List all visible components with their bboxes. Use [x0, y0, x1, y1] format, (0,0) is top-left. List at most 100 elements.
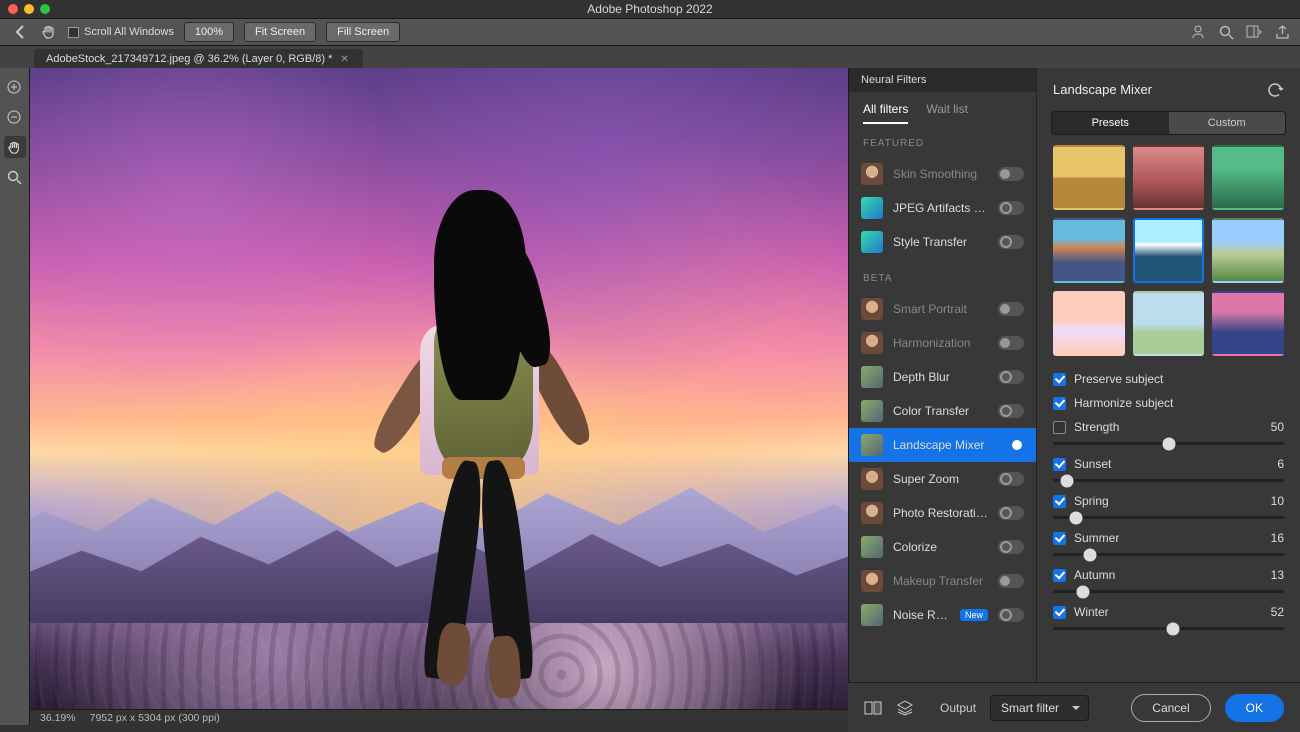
hand-tool-side-icon[interactable]: [4, 136, 26, 158]
zoom-readout[interactable]: 36.19%: [40, 712, 76, 724]
ok-button[interactable]: OK: [1225, 694, 1284, 722]
tab-all-filters[interactable]: All filters: [863, 102, 908, 124]
slider-value: 13: [1271, 568, 1284, 582]
filter-name: Colorize: [893, 540, 988, 554]
slider-checkbox[interactable]: [1053, 421, 1066, 434]
preset-thumb-5[interactable]: [1133, 218, 1205, 283]
filter-row-landscape-mixer[interactable]: Landscape Mixer: [849, 428, 1036, 462]
slider-track[interactable]: [1053, 553, 1284, 556]
doc-dimensions: 7952 px x 5304 px (300 ppi): [90, 712, 220, 724]
filter-toggle[interactable]: [998, 506, 1024, 520]
slider-track[interactable]: [1053, 627, 1284, 630]
filter-row-jpeg-artifacts-rem-[interactable]: JPEG Artifacts Rem...: [849, 191, 1036, 225]
workspace-switcher-icon[interactable]: [1246, 24, 1262, 40]
filter-row-color-transfer[interactable]: Color Transfer: [849, 394, 1036, 428]
zoom-out-icon[interactable]: [4, 106, 26, 128]
zoom-in-icon[interactable]: [4, 76, 26, 98]
slider-checkbox[interactable]: [1053, 495, 1066, 508]
minimize-window-icon[interactable]: [24, 4, 34, 14]
slider-value: 6: [1277, 457, 1284, 471]
preset-thumb-8[interactable]: [1133, 291, 1205, 356]
slider-checkbox[interactable]: [1053, 606, 1066, 619]
slider-knob[interactable]: [1083, 548, 1096, 561]
scroll-all-windows-checkbox[interactable]: Scroll All Windows: [68, 26, 174, 38]
slider-track[interactable]: [1053, 479, 1284, 482]
layers-icon[interactable]: [896, 699, 914, 717]
cloud-account-icon[interactable]: [1190, 24, 1206, 40]
filter-thumb-icon: [861, 502, 883, 524]
fill-screen-button[interactable]: Fill Screen: [326, 22, 400, 42]
slider-track[interactable]: [1053, 442, 1284, 445]
share-icon[interactable]: [1274, 24, 1290, 40]
filter-row-makeup-transfer[interactable]: Makeup Transfer: [849, 564, 1036, 598]
zoom-tool-icon[interactable]: [4, 166, 26, 188]
filter-row-harmonization[interactable]: Harmonization: [849, 326, 1036, 360]
filter-toggle[interactable]: [998, 472, 1024, 486]
back-button[interactable]: [10, 22, 30, 42]
filter-name: Style Transfer: [893, 235, 988, 249]
filter-toggle[interactable]: [998, 201, 1024, 215]
maximize-window-icon[interactable]: [40, 4, 50, 14]
preset-thumb-1[interactable]: [1053, 145, 1125, 210]
filter-toggle[interactable]: [998, 235, 1024, 249]
slider-track[interactable]: [1053, 590, 1284, 593]
slider-knob[interactable]: [1167, 622, 1180, 635]
preset-thumb-9[interactable]: [1212, 291, 1284, 356]
filter-row-colorize[interactable]: Colorize: [849, 530, 1036, 564]
filter-row-style-transfer[interactable]: Style Transfer: [849, 225, 1036, 259]
close-window-icon[interactable]: [8, 4, 18, 14]
preset-thumb-6[interactable]: [1212, 218, 1284, 283]
filter-toggle[interactable]: [998, 540, 1024, 554]
preset-thumb-3[interactable]: [1212, 145, 1284, 210]
filter-toggle[interactable]: [998, 608, 1024, 622]
filter-row-skin-smoothing[interactable]: Skin Smoothing: [849, 157, 1036, 191]
slider-checkbox[interactable]: [1053, 532, 1066, 545]
slider-knob[interactable]: [1070, 511, 1083, 524]
preserve-subject-checkbox[interactable]: Preserve subject: [1053, 372, 1284, 386]
neural-filters-panel: Neural Filters All filters Wait list FEA…: [848, 68, 1300, 725]
filter-toggle[interactable]: [998, 438, 1024, 452]
filter-row-depth-blur[interactable]: Depth Blur: [849, 360, 1036, 394]
slider-knob[interactable]: [1077, 585, 1090, 598]
slider-track[interactable]: [1053, 516, 1284, 519]
slider-label: Summer: [1074, 531, 1119, 545]
zoom-100-button[interactable]: 100%: [184, 22, 234, 42]
reset-icon[interactable]: [1266, 83, 1284, 97]
preset-thumb-4[interactable]: [1053, 218, 1125, 283]
fit-screen-button[interactable]: Fit Screen: [244, 22, 316, 42]
filter-toggle[interactable]: [998, 302, 1024, 316]
cancel-button[interactable]: Cancel: [1131, 694, 1210, 722]
filter-row-noise-reduct-[interactable]: Noise Reduct...New: [849, 598, 1036, 632]
filter-thumb-icon: [861, 231, 883, 253]
close-tab-icon[interactable]: ✕: [340, 54, 348, 65]
search-icon[interactable]: [1218, 24, 1234, 40]
document-canvas[interactable]: [30, 68, 848, 709]
filter-toggle[interactable]: [998, 404, 1024, 418]
checkbox-icon: [68, 27, 79, 38]
tab-wait-list[interactable]: Wait list: [926, 102, 968, 124]
filter-name: Smart Portrait: [893, 302, 988, 316]
filter-row-photo-restoration[interactable]: Photo Restoration: [849, 496, 1036, 530]
harmonize-subject-checkbox[interactable]: Harmonize subject: [1053, 396, 1284, 410]
slider-knob[interactable]: [1162, 437, 1175, 450]
hand-tool-icon[interactable]: [40, 23, 58, 41]
preset-thumb-2[interactable]: [1133, 145, 1205, 210]
filter-toggle[interactable]: [998, 167, 1024, 181]
filter-toggle[interactable]: [998, 574, 1024, 588]
filter-thumb-icon: [861, 197, 883, 219]
slider-knob[interactable]: [1060, 474, 1073, 487]
document-tab[interactable]: AdobeStock_217349712.jpeg @ 36.2% (Layer…: [34, 49, 363, 68]
output-select[interactable]: Smart filter: [990, 695, 1089, 721]
before-after-icon[interactable]: [864, 699, 882, 717]
panel-title: Neural Filters: [849, 68, 1036, 92]
preset-thumb-7[interactable]: [1053, 291, 1125, 356]
filter-row-super-zoom[interactable]: Super Zoom: [849, 462, 1036, 496]
filter-row-smart-portrait[interactable]: Smart Portrait: [849, 292, 1036, 326]
tab-custom[interactable]: Custom: [1169, 112, 1286, 134]
slider-checkbox[interactable]: [1053, 458, 1066, 471]
filter-toggle[interactable]: [998, 336, 1024, 350]
filter-toggle[interactable]: [998, 370, 1024, 384]
slider-checkbox[interactable]: [1053, 569, 1066, 582]
tab-presets[interactable]: Presets: [1052, 112, 1169, 134]
titlebar: Adobe Photoshop 2022: [0, 0, 1300, 18]
